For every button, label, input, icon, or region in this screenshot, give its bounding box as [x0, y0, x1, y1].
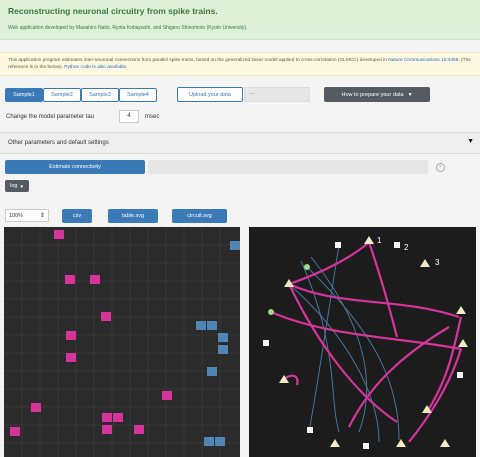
excitatory-edge	[288, 283, 460, 319]
excitatory-cell	[162, 391, 172, 400]
paper-link[interactable]: Nature Communications 10:4468.	[388, 58, 459, 63]
tau-unit: msec	[145, 114, 160, 120]
node-label-3: 3	[435, 258, 440, 267]
connectivity-matrix	[4, 227, 240, 457]
log-label: log	[10, 183, 18, 189]
excitatory-edge	[408, 348, 463, 443]
how-to-prepare-label: How to prepare your data	[341, 91, 404, 98]
excitatory-cell	[113, 413, 123, 422]
file-path-field[interactable]: ...	[244, 87, 310, 102]
python-code-link[interactable]: Python code is also available.	[64, 65, 127, 70]
caret-down-icon: ▼	[19, 183, 24, 189]
inhibitory-cell	[215, 437, 225, 446]
inhibitory-cell	[204, 437, 214, 446]
estimate-connectivity-button[interactable]: Estimate connectivity	[5, 160, 145, 174]
tab-sample2[interactable]: Sample2	[43, 88, 81, 102]
how-to-prepare-button[interactable]: How to prepare your data ▼	[324, 87, 430, 102]
excitatory-edge	[288, 241, 370, 286]
node-label-2: 2	[404, 243, 409, 252]
excitatory-edge	[367, 241, 399, 338]
highlight-node	[268, 309, 274, 315]
excitatory-node	[330, 439, 340, 447]
inhibitory-edge	[288, 283, 380, 443]
highlight-node	[304, 264, 310, 270]
excitatory-node	[440, 439, 450, 447]
upload-data-button[interactable]: Upload your data	[177, 87, 243, 102]
inhibitory-edge	[300, 260, 340, 433]
excitatory-cell	[101, 312, 111, 321]
inhibitory-node	[263, 340, 269, 346]
inhibitory-cell	[207, 321, 217, 330]
tau-label: Change the model parameter tau	[6, 114, 95, 120]
excitatory-cell	[134, 425, 144, 434]
inhibitory-cell	[207, 367, 217, 376]
inhibitory-node	[307, 427, 313, 433]
excitatory-edge	[348, 326, 450, 428]
title-banner: Reconstructing neuronal circuitry from s…	[0, 0, 480, 40]
inhibitory-node	[394, 242, 400, 248]
excitatory-node	[458, 339, 468, 347]
download-circuit-svg-button[interactable]: circuit.svg	[172, 209, 227, 223]
excitatory-cell	[102, 413, 112, 422]
page-title: Reconstructing neuronal circuitry from s…	[8, 6, 218, 16]
excitatory-node	[420, 259, 430, 267]
info-banner: This application program estimates inter…	[0, 52, 480, 76]
inhibitory-node	[363, 443, 369, 449]
other-parameters-label: Other parameters and default settings	[8, 140, 109, 146]
zoom-value: 100%	[9, 213, 24, 219]
progress-bar	[148, 160, 428, 174]
download-csv-button[interactable]: csv	[62, 209, 92, 223]
excitatory-cell	[31, 403, 41, 412]
info-text: This application program estimates inter…	[8, 58, 387, 63]
inhibitory-edge	[310, 256, 368, 433]
log-toggle[interactable]: log ▼	[5, 180, 29, 192]
tab-sample3[interactable]: Sample3	[81, 88, 119, 102]
download-table-svg-button[interactable]: table.svg	[108, 209, 158, 223]
inhibitory-node	[335, 242, 341, 248]
caret-down-icon: ▼	[467, 138, 474, 145]
excitatory-cell	[102, 425, 112, 434]
excitatory-node	[396, 439, 406, 447]
excitatory-cell	[90, 275, 100, 284]
authors-note: Web application developed by Masahiro Na…	[8, 25, 248, 31]
inhibitory-cell	[218, 333, 228, 342]
excitatory-node	[364, 236, 374, 244]
excitatory-cell	[66, 331, 76, 340]
inhibitory-cell	[196, 321, 206, 330]
tab-sample1[interactable]: Sample1	[5, 88, 43, 102]
chevron-updown-icon: ⇕	[39, 213, 45, 219]
excitatory-cell	[54, 230, 64, 239]
tau-input[interactable]: 4	[119, 110, 139, 123]
tab-sample4[interactable]: Sample4	[119, 88, 157, 102]
clear-icon[interactable]: ×	[436, 163, 445, 172]
inhibitory-cell	[230, 241, 240, 250]
node-label-1: 1	[377, 236, 382, 245]
excitatory-cell	[10, 427, 20, 436]
excitatory-edge	[270, 310, 462, 351]
inhibitory-node	[457, 372, 463, 378]
excitatory-cell	[65, 275, 75, 284]
excitatory-cell	[66, 353, 76, 362]
caret-down-icon: ▼	[407, 91, 413, 98]
inhibitory-cell	[218, 345, 228, 354]
network-circuit-diagram: 1 2 3	[249, 227, 476, 457]
zoom-select[interactable]: 100% ⇕	[5, 209, 49, 222]
other-parameters-toggle[interactable]: Other parameters and default settings	[0, 132, 480, 154]
excitatory-node	[456, 306, 466, 314]
